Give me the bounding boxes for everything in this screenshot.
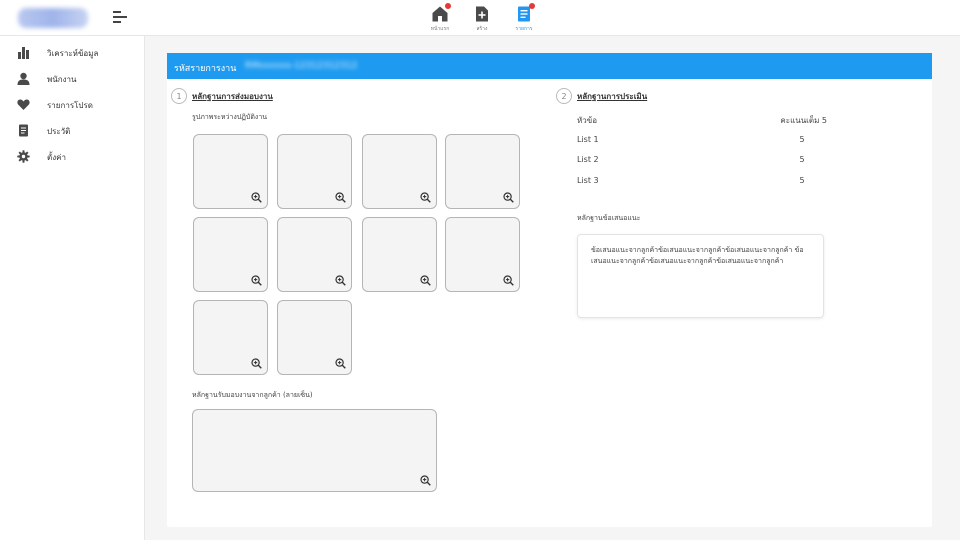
- evaluation-section-title: หลักฐานการประเมิน: [577, 91, 648, 101]
- zoom-in-icon[interactable]: [335, 192, 346, 203]
- bar-chart-icon: [18, 47, 29, 59]
- nav-create-label: สร้าง: [476, 26, 488, 32]
- zoom-in-icon[interactable]: [420, 275, 431, 286]
- topic-column-header: หัวข้อ: [577, 116, 598, 125]
- nav-home-label: หน้าแรก: [430, 26, 450, 32]
- topic-cell: List 2: [577, 155, 599, 164]
- top-navigation: หน้าแรก สร้าง รายการ: [419, 0, 545, 36]
- card-header: รหัสรายการงาน RMxxxxxx-12312312312: [167, 53, 932, 79]
- zoom-in-icon[interactable]: [503, 192, 514, 203]
- gear-icon: [17, 150, 30, 163]
- top-header: หน้าแรก สร้าง รายการ: [0, 0, 960, 36]
- menu-toggle-button[interactable]: [113, 11, 127, 25]
- score-column-header: คะแนนเต็ม 5: [780, 116, 827, 125]
- signature-image[interactable]: [192, 409, 437, 492]
- topic-cell: List 3: [577, 175, 599, 185]
- work-photo-thumbnail[interactable]: [193, 134, 268, 209]
- zoom-in-icon[interactable]: [251, 358, 262, 369]
- table-row: List 1 5: [577, 133, 827, 154]
- evaluation-section-header: 2 หลักฐานการประเมิน: [556, 88, 647, 104]
- table-row: List 2 5: [577, 153, 827, 174]
- notification-badge: [445, 3, 451, 9]
- work-photo-thumbnail[interactable]: [277, 134, 352, 209]
- evaluation-table: หัวข้อ คะแนนเต็ม 5 List 1 5 List 2 5 Lis…: [577, 112, 827, 194]
- score-cell: 5: [799, 155, 805, 164]
- work-photo-thumbnail[interactable]: [445, 217, 520, 292]
- user-icon: [17, 72, 30, 85]
- zoom-in-icon[interactable]: [251, 192, 262, 203]
- sidebar-item-label: ประวัติ: [47, 127, 71, 136]
- document-icon: [19, 124, 28, 137]
- sidebar-item-label: วิเคราะห์ข้อมูล: [47, 49, 99, 58]
- work-photo-thumbnail[interactable]: [362, 217, 437, 292]
- sidebar-item-label: พนักงาน: [47, 75, 77, 84]
- app-logo[interactable]: [18, 8, 88, 28]
- delivery-section-title: หลักฐานการส่งมอบงาน: [192, 91, 273, 101]
- sidebar-item-analytics[interactable]: วิเคราะห์ข้อมูล: [0, 40, 144, 66]
- suggestion-box: ข้อเสนอแนะจากลูกค้าข้อเสนอแนะจากลูกค้าข้…: [577, 234, 824, 318]
- work-photo-thumbnail[interactable]: [277, 300, 352, 375]
- work-photo-thumbnail[interactable]: [277, 217, 352, 292]
- table-header-row: หัวข้อ คะแนนเต็ม 5: [577, 112, 827, 133]
- sidebar: วิเคราะห์ข้อมูล พนักงาน รายการโปรด ประวั…: [0, 36, 145, 540]
- zoom-in-icon[interactable]: [251, 275, 262, 286]
- nav-create[interactable]: สร้าง: [461, 0, 503, 36]
- zoom-in-icon[interactable]: [335, 275, 346, 286]
- topic-cell: List 1: [577, 134, 599, 144]
- delivery-section-header: 1 หลักฐานการส่งมอบงาน: [171, 88, 273, 104]
- zoom-in-icon[interactable]: [503, 275, 514, 286]
- sidebar-item-label: รายการโปรด: [47, 101, 93, 110]
- work-photos-label: รูปภาพระหว่างปฏิบัติงาน: [192, 113, 268, 121]
- work-photo-thumbnail[interactable]: [362, 134, 437, 209]
- sidebar-item-history[interactable]: ประวัติ: [0, 118, 144, 144]
- score-cell: 5: [799, 134, 805, 144]
- suggestion-text: ข้อเสนอแนะจากลูกค้าข้อเสนอแนะจากลูกค้าข้…: [591, 246, 804, 265]
- suggestion-label: หลักฐานข้อเสนอแนะ: [577, 214, 641, 222]
- step-number: 2: [556, 88, 572, 104]
- nav-list[interactable]: รายการ: [503, 0, 545, 36]
- sidebar-item-employees[interactable]: พนักงาน: [0, 66, 144, 92]
- nav-list-label: รายการ: [515, 26, 533, 32]
- sidebar-item-settings[interactable]: ตั้งค่า: [0, 144, 144, 170]
- score-cell: 5: [799, 175, 805, 185]
- work-photo-thumbnail[interactable]: [445, 134, 520, 209]
- zoom-in-icon[interactable]: [420, 192, 431, 203]
- nav-home[interactable]: หน้าแรก: [419, 0, 461, 36]
- add-document-icon: [476, 6, 488, 22]
- zoom-in-icon[interactable]: [335, 358, 346, 369]
- signature-label: หลักฐานรับมอบงานจากลูกค้า (ลายเซ็น): [192, 391, 313, 399]
- step-number: 1: [171, 88, 187, 104]
- sidebar-item-favorites[interactable]: รายการโปรด: [0, 92, 144, 118]
- job-code: RMxxxxxx-12312312312: [245, 61, 358, 71]
- card-title: รหัสรายการงาน: [174, 64, 237, 74]
- table-row: List 3 5: [577, 174, 827, 195]
- notification-badge: [529, 3, 535, 9]
- work-photo-thumbnail[interactable]: [193, 300, 268, 375]
- zoom-in-icon[interactable]: [420, 475, 431, 486]
- sidebar-item-label: ตั้งค่า: [47, 153, 66, 162]
- work-photo-thumbnail[interactable]: [193, 217, 268, 292]
- heart-icon: [17, 99, 30, 110]
- job-detail-card: รหัสรายการงาน RMxxxxxx-12312312312 1 หลั…: [167, 53, 932, 527]
